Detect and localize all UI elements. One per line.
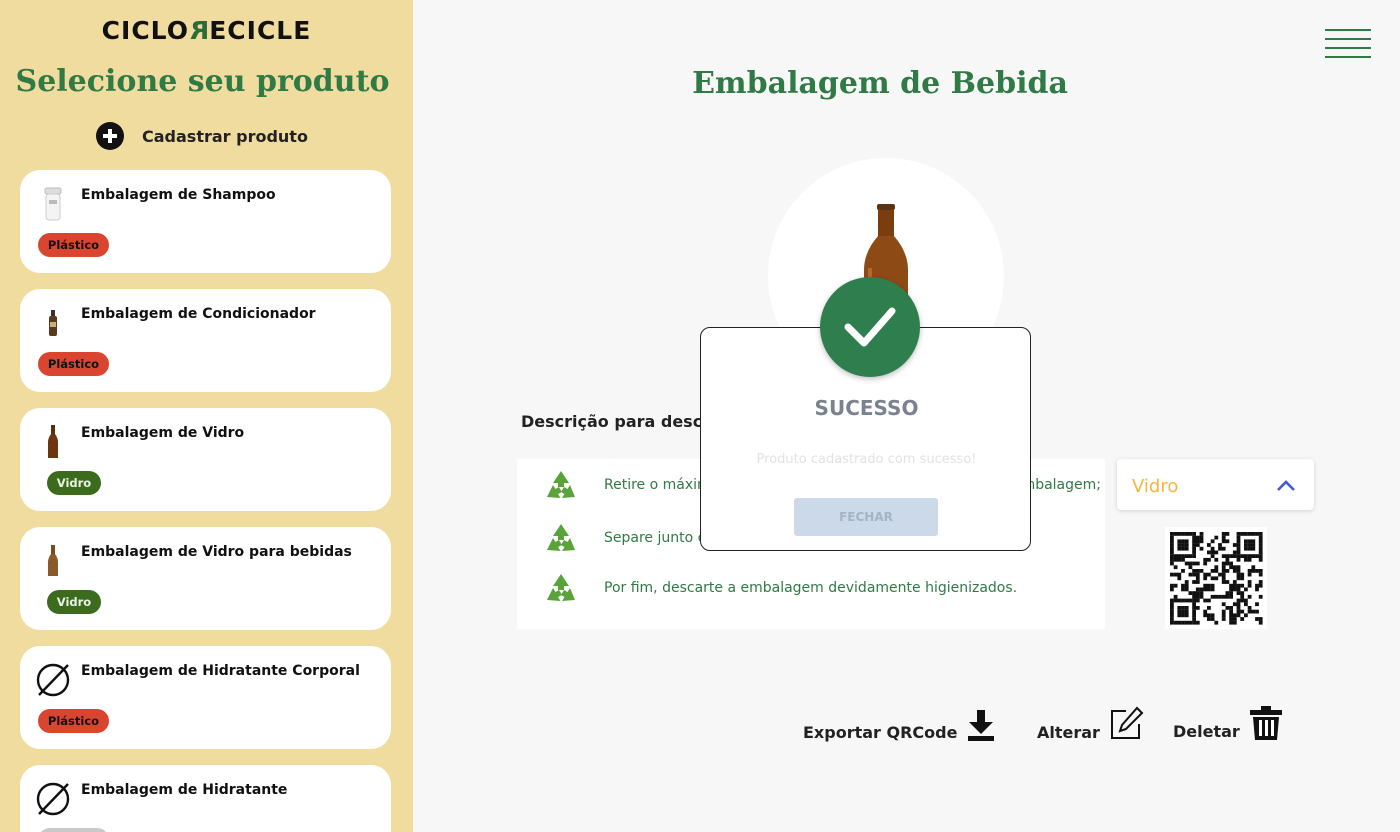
sidebar: CICLORECICLE Selecione seu produto Cadas… bbox=[0, 0, 413, 832]
recycle-icon bbox=[547, 524, 575, 551]
product-name: Embalagem de Shampoo bbox=[81, 187, 276, 203]
glass-bottle-icon bbox=[34, 541, 72, 581]
product-name: Embalagem de Vidro bbox=[81, 425, 245, 441]
close-modal-button[interactable]: FECHAR bbox=[794, 498, 938, 536]
material-tag: Plástico bbox=[38, 233, 109, 257]
success-check-icon bbox=[820, 277, 920, 377]
material-tag: Plástico bbox=[38, 709, 109, 733]
no-image-icon bbox=[34, 779, 72, 819]
step-text: Separe junto c bbox=[604, 530, 706, 546]
material-tag: Plástico bbox=[38, 352, 109, 376]
material-select[interactable]: Vidro bbox=[1117, 459, 1314, 510]
delete-label: Deletar bbox=[1173, 722, 1240, 741]
add-product-button[interactable]: Cadastrar produto bbox=[96, 122, 308, 150]
qr-code bbox=[1165, 527, 1267, 629]
shampoo-bottle-icon bbox=[34, 184, 72, 224]
page-title: Embalagem de Bebida bbox=[692, 66, 1068, 101]
product-name: Embalagem de Condicionador bbox=[81, 306, 316, 322]
glass-bottle-icon bbox=[34, 422, 72, 462]
export-qrcode-button[interactable]: Exportar QRCode bbox=[803, 708, 997, 742]
material-select-value: Vidro bbox=[1132, 476, 1179, 497]
material-tag bbox=[38, 828, 109, 832]
recycle-icon bbox=[547, 574, 575, 601]
product-name: Embalagem de Hidratante bbox=[81, 782, 288, 798]
material-tag: Vidro bbox=[47, 471, 101, 495]
list-item: Por fim, descarte a embalagem devidament… bbox=[517, 568, 1105, 612]
product-card[interactable]: Embalagem de Hidratante Corporal Plástic… bbox=[20, 646, 391, 749]
add-product-label: Cadastrar produto bbox=[142, 126, 308, 146]
product-card[interactable]: Embalagem de Condicionador Plástico bbox=[20, 289, 391, 392]
product-card[interactable]: Embalagem de Shampoo Plástico bbox=[20, 170, 391, 273]
edit-button[interactable]: Alterar bbox=[1037, 706, 1144, 742]
conditioner-bottle-icon bbox=[34, 303, 72, 343]
app-logo: CICLORECICLE bbox=[101, 16, 312, 45]
product-card[interactable]: Embalagem de Vidro Vidro bbox=[20, 408, 391, 511]
product-name: Embalagem de Vidro para bebidas bbox=[81, 544, 352, 560]
product-card[interactable]: Embalagem de Vidro para bebidas Vidro bbox=[20, 527, 391, 630]
download-icon bbox=[968, 710, 995, 741]
delete-button[interactable]: Deletar bbox=[1173, 705, 1284, 741]
edit-label: Alterar bbox=[1037, 723, 1100, 742]
product-name: Embalagem de Hidratante Corporal bbox=[81, 663, 360, 679]
material-tag: Vidro bbox=[47, 590, 101, 614]
product-card[interactable]: Embalagem de Hidratante bbox=[20, 765, 391, 832]
trash-icon bbox=[1249, 706, 1282, 740]
export-qrcode-label: Exportar QRCode bbox=[803, 723, 958, 742]
edit-icon bbox=[1110, 706, 1144, 739]
chevron-up-icon[interactable] bbox=[1276, 477, 1296, 493]
recycle-icon bbox=[547, 471, 575, 498]
modal-title: SUCESSO bbox=[814, 396, 919, 420]
no-image-icon bbox=[34, 660, 72, 700]
hamburger-menu-icon[interactable] bbox=[1325, 29, 1371, 59]
plus-circle-icon bbox=[96, 122, 124, 150]
sidebar-title: Selecione seu produto bbox=[15, 64, 390, 99]
modal-message: Produto cadastrado com sucesso! bbox=[756, 452, 977, 467]
step-text: Por fim, descarte a embalagem devidament… bbox=[604, 580, 1018, 596]
